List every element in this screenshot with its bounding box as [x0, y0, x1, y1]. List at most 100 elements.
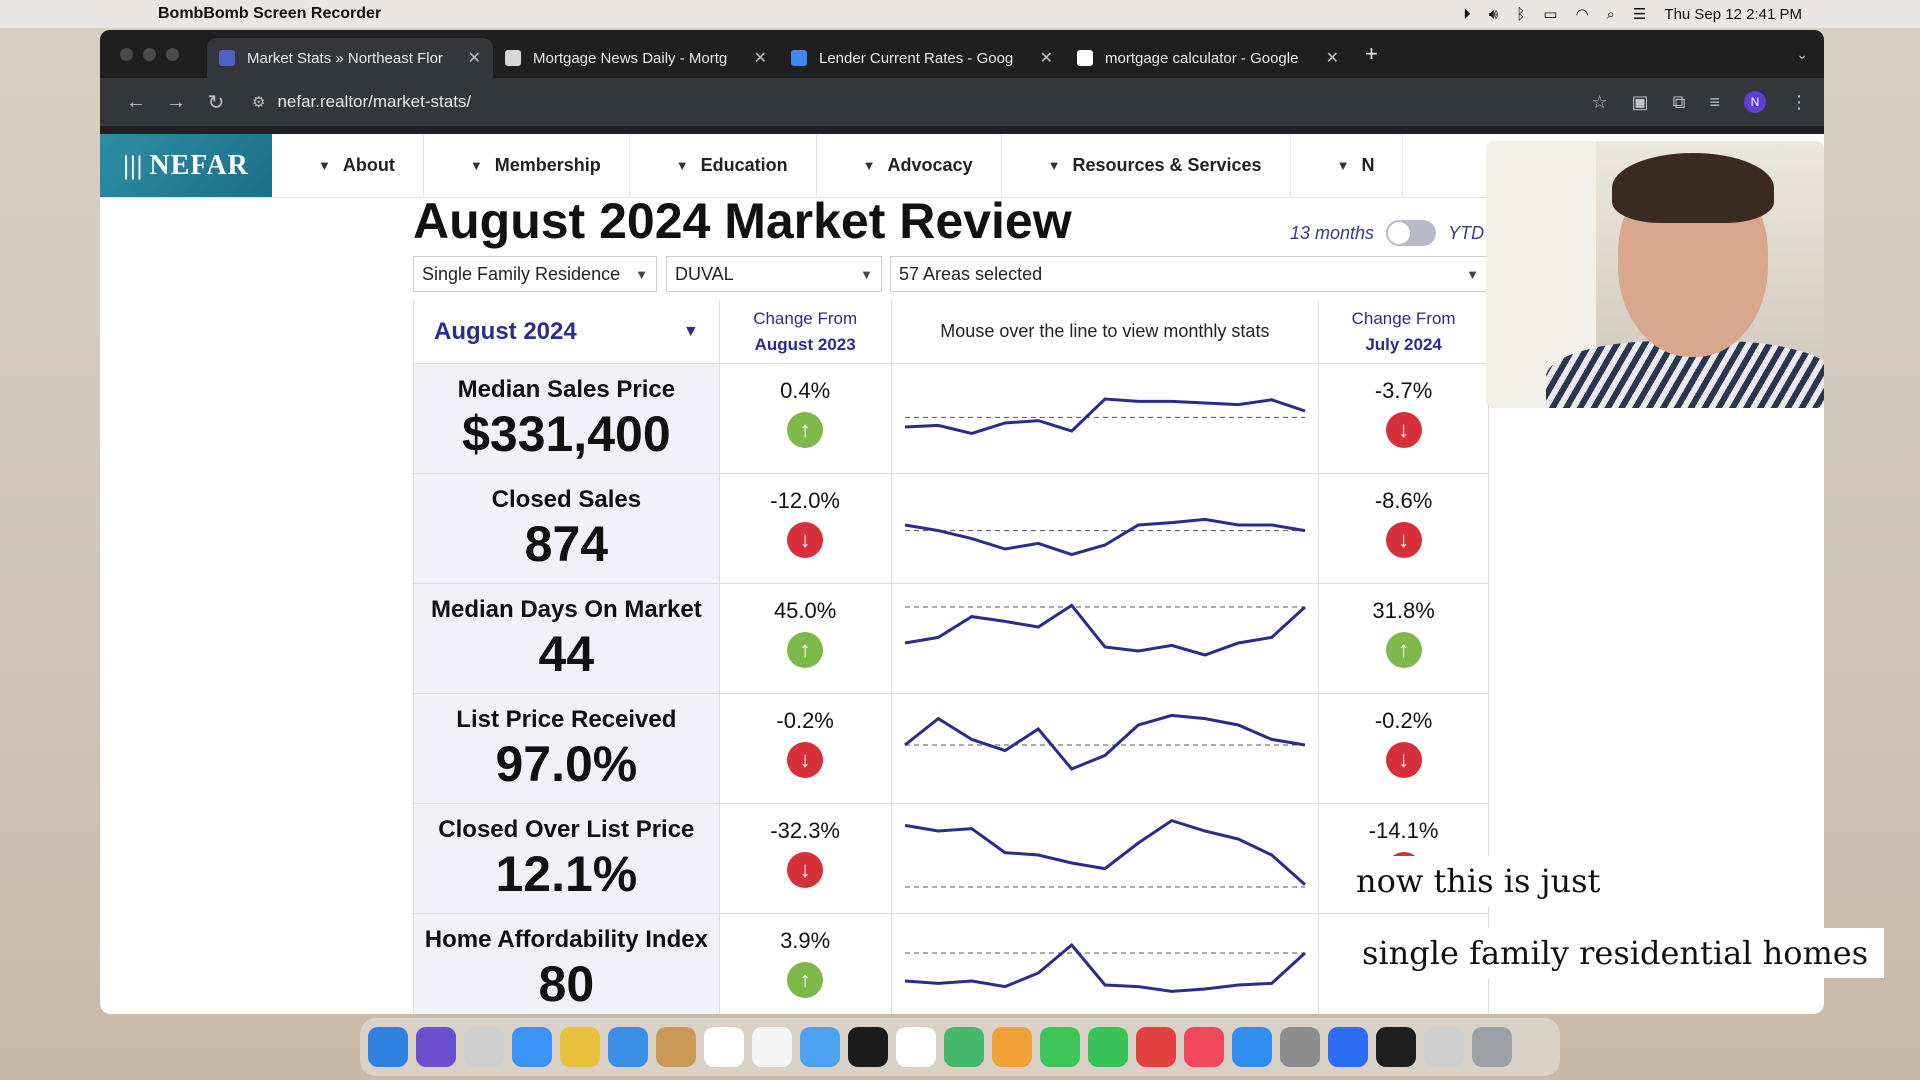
trend-sparkline[interactable]: [895, 594, 1315, 684]
sparkline-path[interactable]: [903, 713, 1306, 771]
metric-label: Closed Sales: [491, 486, 642, 514]
dock-app-icon[interactable]: [1136, 1027, 1176, 1067]
bluetooth-icon[interactable]: ᛒ: [1516, 6, 1525, 23]
dock-app-icon[interactable]: [800, 1027, 840, 1067]
nav-item[interactable]: ▼ N: [1291, 134, 1404, 197]
trend-sparkline[interactable]: [895, 704, 1315, 794]
nav-item[interactable]: ▼ About: [272, 134, 424, 197]
dock-app-icon[interactable]: [992, 1027, 1032, 1067]
browser-tab[interactable]: Lender Current Rates - Goog ✕: [779, 38, 1065, 78]
address-bar[interactable]: ⚙ nefar.realtor/market-stats/: [244, 84, 1571, 120]
browser-tab[interactable]: mortgage calculator - Google ✕: [1065, 38, 1351, 78]
trend-sparkline[interactable]: [895, 924, 1315, 1014]
dock-app-icon[interactable]: [560, 1027, 600, 1067]
close-tab-icon[interactable]: ✕: [754, 48, 767, 68]
trend-sparkline[interactable]: [895, 814, 1315, 904]
favicon-icon: [791, 50, 807, 66]
forward-arrow-icon[interactable]: →: [156, 91, 196, 114]
new-tab-button[interactable]: +: [1365, 41, 1378, 67]
metric-value: 97.0%: [495, 736, 638, 793]
reload-icon[interactable]: ↻: [196, 90, 236, 115]
dock-app-icon[interactable]: [608, 1027, 648, 1067]
dock-app-icon[interactable]: [656, 1027, 696, 1067]
percent-change: 31.8%: [1372, 598, 1435, 623]
trend-cell[interactable]: [892, 584, 1320, 693]
battery-icon[interactable]: ▭: [1543, 5, 1557, 23]
dock-app-icon[interactable]: [512, 1027, 552, 1067]
record-icon[interactable]: ⏵: [1463, 6, 1471, 23]
property-type-select[interactable]: Single Family Residence ▼: [413, 256, 657, 292]
dock-app-icon[interactable]: [1472, 1027, 1512, 1067]
trend-cell[interactable]: [892, 804, 1320, 913]
extension-icon[interactable]: ▣: [1632, 92, 1649, 113]
dock-app-icon[interactable]: [1232, 1027, 1272, 1067]
trend-sparkline[interactable]: [895, 374, 1315, 464]
close-tab-icon[interactable]: ✕: [1040, 48, 1053, 68]
dock-app-icon[interactable]: [1280, 1027, 1320, 1067]
dock-app-icon[interactable]: [704, 1027, 744, 1067]
media-controls-icon[interactable]: ≡: [1709, 92, 1720, 113]
metric-cell: Closed Over List Price 12.1%: [414, 804, 720, 913]
menubar-app-name[interactable]: BombBomb Screen Recorder: [158, 5, 381, 23]
areas-select[interactable]: 57 Areas selected ▼: [890, 256, 1488, 292]
sparkline-path[interactable]: [904, 517, 1306, 556]
trend-cell[interactable]: [892, 694, 1320, 803]
period-switch[interactable]: [1386, 220, 1437, 246]
sparkline-path[interactable]: [904, 602, 1306, 657]
table-header-row: August 2024 ▼ Change From August 2023 Mo…: [414, 300, 1490, 364]
nav-item[interactable]: ▼ Resources & Services: [1002, 134, 1291, 197]
dock-app-icon[interactable]: [464, 1027, 504, 1067]
county-select[interactable]: DUVAL ▼: [666, 256, 882, 292]
trend-sparkline[interactable]: [895, 484, 1315, 574]
metric-cell: Median Days On Market 44: [414, 584, 720, 693]
tab-search-chevron-icon[interactable]: ⌄: [1796, 46, 1808, 63]
dock-app-icon[interactable]: [848, 1027, 888, 1067]
back-arrow-icon[interactable]: ←: [116, 91, 156, 114]
close-window-button[interactable]: [120, 47, 133, 61]
nav-item[interactable]: ▼ Membership: [424, 134, 630, 197]
tab-label: Mortgage News Daily - Mortg: [533, 49, 728, 67]
sparkline-path[interactable]: [904, 818, 1306, 886]
dock-app-icon[interactable]: [944, 1027, 984, 1067]
dock-app-icon[interactable]: [1328, 1027, 1368, 1067]
dock-app-icon[interactable]: [896, 1027, 936, 1067]
dock-app-icon[interactable]: [1424, 1027, 1464, 1067]
sparkline-path[interactable]: [904, 396, 1306, 435]
dock-app-icon[interactable]: [416, 1027, 456, 1067]
browser-tab[interactable]: Market Stats » Northeast Flor ✕: [207, 38, 493, 78]
dock-app-icon[interactable]: [1040, 1027, 1080, 1067]
site-settings-icon[interactable]: ⚙: [252, 93, 265, 111]
extensions-puzzle-icon[interactable]: ⧉: [1673, 92, 1686, 113]
dock-app-icon[interactable]: [1088, 1027, 1128, 1067]
trend-header: Mouse over the line to view monthly stat…: [892, 300, 1320, 363]
trend-cell[interactable]: [892, 474, 1320, 583]
nefar-logo[interactable]: ||| NEFAR: [100, 134, 272, 197]
dock-app-icon[interactable]: [752, 1027, 792, 1067]
menubar-clock[interactable]: Thu Sep 12 2:41 PM: [1664, 6, 1802, 23]
dock-app-icon[interactable]: [368, 1027, 408, 1067]
wifi-icon[interactable]: ◠: [1575, 5, 1588, 23]
dock-app-icon[interactable]: [1184, 1027, 1224, 1067]
trend-cell[interactable]: [892, 364, 1320, 473]
spotlight-search-icon[interactable]: ⌕: [1607, 6, 1615, 23]
trend-cell[interactable]: [892, 914, 1320, 1014]
minimize-window-button[interactable]: [143, 47, 156, 61]
browser-tab[interactable]: Mortgage News Daily - Mortg ✕: [493, 38, 779, 78]
bookmark-star-icon[interactable]: ☆: [1591, 92, 1607, 113]
nav-item[interactable]: ▼ Education: [630, 134, 817, 197]
dock-app-icon[interactable]: [1376, 1027, 1416, 1067]
sparkline-path[interactable]: [904, 942, 1306, 993]
month-select[interactable]: August 2024 ▼: [414, 300, 720, 363]
metric-label: Closed Over List Price: [438, 816, 695, 844]
presenter-hair: [1612, 153, 1774, 223]
percent-change: -14.1%: [1368, 818, 1439, 843]
volume-icon[interactable]: 🔊︎: [1489, 6, 1498, 23]
maximize-window-button[interactable]: [166, 47, 179, 61]
profile-avatar[interactable]: N: [1744, 91, 1766, 113]
control-center-icon[interactable]: ☰: [1633, 5, 1646, 23]
close-tab-icon[interactable]: ✕: [468, 48, 481, 68]
more-menu-icon[interactable]: ⋮: [1790, 92, 1808, 113]
nav-item[interactable]: ▼ Advocacy: [817, 134, 1002, 197]
close-tab-icon[interactable]: ✕: [1326, 48, 1339, 68]
arrow-down-icon: ↓: [787, 852, 824, 888]
